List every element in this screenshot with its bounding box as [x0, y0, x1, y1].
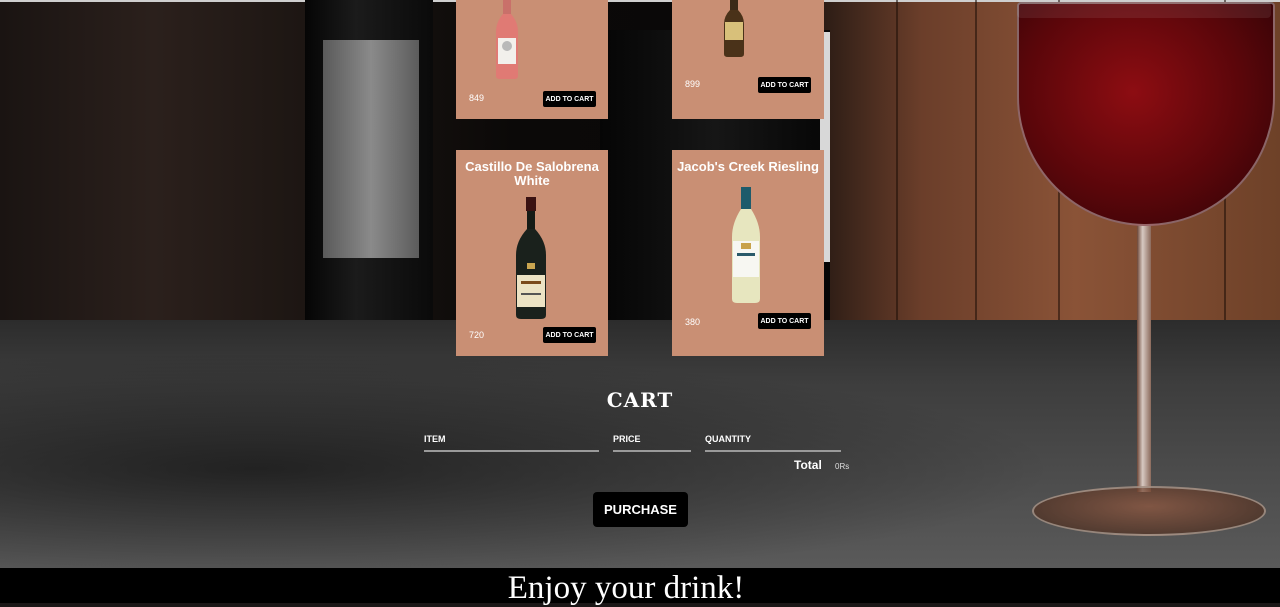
product-price: 849 — [469, 93, 485, 103]
wine-glass — [1014, 0, 1276, 540]
add-to-cart-button[interactable]: ADD TO CART — [758, 313, 811, 329]
cart-total-label: Total — [794, 458, 822, 472]
product-price: 720 — [469, 330, 485, 340]
cart-title: CART — [606, 388, 674, 412]
product-name: Castillo De Salobrena White — [465, 159, 599, 188]
footer: Enjoy your drink! — [0, 568, 1280, 606]
footer-text: Enjoy your drink! — [507, 570, 745, 606]
cart-column-quantity: QUANTITY — [705, 434, 841, 452]
add-to-cart-button[interactable]: ADD TO CART — [543, 327, 596, 343]
product-card: 849 ADD TO CART — [456, 0, 608, 119]
add-to-cart-button[interactable]: ADD TO CART — [758, 77, 811, 93]
cart-column-price: PRICE — [613, 434, 691, 452]
product-price: 899 — [685, 79, 701, 89]
beer-bottle-image — [724, 0, 744, 57]
cart-column-item: ITEM — [424, 434, 599, 452]
cart-total-value: 0Rs — [835, 462, 850, 471]
purchase-button[interactable]: PURCHASE — [593, 492, 688, 527]
product-card: 899 ADD TO CART — [672, 0, 824, 119]
product-card: Jacob's Creek Riesling 380 ADD TO CART — [672, 150, 824, 356]
background-scene — [0, 0, 1280, 568]
riesling-wine-bottle-image — [732, 187, 760, 303]
product-card: Castillo De Salobrena White 720 ADD TO C… — [456, 150, 608, 356]
wood-plank — [975, 0, 977, 320]
wood-plank — [896, 0, 898, 320]
product-price: 380 — [685, 317, 701, 327]
rose-wine-bottle-image — [496, 0, 518, 79]
add-to-cart-button[interactable]: ADD TO CART — [543, 91, 596, 107]
product-name: Jacob's Creek Riesling — [677, 159, 819, 174]
castillo-wine-bottle-image — [516, 197, 546, 319]
